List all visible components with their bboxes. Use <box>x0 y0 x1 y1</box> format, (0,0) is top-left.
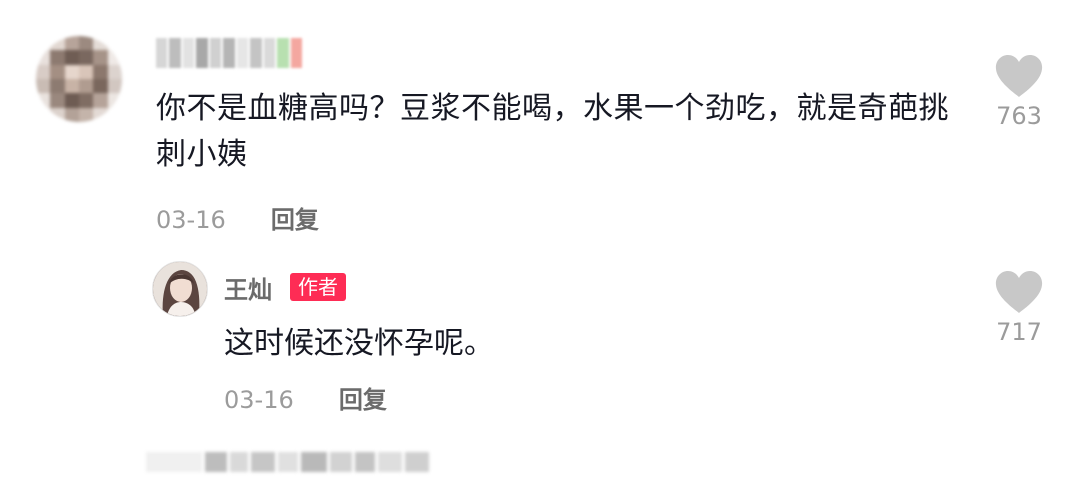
comment-like-button[interactable]: 763 <box>979 54 1059 130</box>
reply-text: 这时候还没怀孕呢。 <box>224 326 494 361</box>
comment-reply-button[interactable]: 回复 <box>271 206 319 234</box>
reply-author-name[interactable]: 王灿 <box>224 270 272 305</box>
reply-author-avatar[interactable] <box>152 261 208 317</box>
comment-text: 你不是血糖高吗？豆浆不能喝，水果一个劲吃，就是奇葩挑刺小姨 <box>156 91 949 172</box>
comment-date: 03-16 <box>156 206 226 234</box>
reply-like-count: 717 <box>996 318 1042 346</box>
heart-icon <box>995 271 1043 313</box>
next-item-blurred <box>146 452 446 472</box>
heart-icon <box>995 55 1043 97</box>
blurred-avatar-image <box>36 36 122 122</box>
reply-meta: 03-16 回复 <box>224 380 387 415</box>
comment-meta: 03-16 回复 <box>156 200 319 235</box>
author-badge: 作者 <box>290 273 346 301</box>
commenter-name-blurred[interactable] <box>156 38 302 68</box>
reply-like-button[interactable]: 717 <box>979 270 1059 346</box>
comment-like-count: 763 <box>996 102 1042 130</box>
reply-reply-button[interactable]: 回复 <box>339 386 387 414</box>
avatar-portrait-image <box>153 262 207 316</box>
commenter-avatar[interactable] <box>36 36 122 122</box>
reply-date: 03-16 <box>224 386 294 414</box>
